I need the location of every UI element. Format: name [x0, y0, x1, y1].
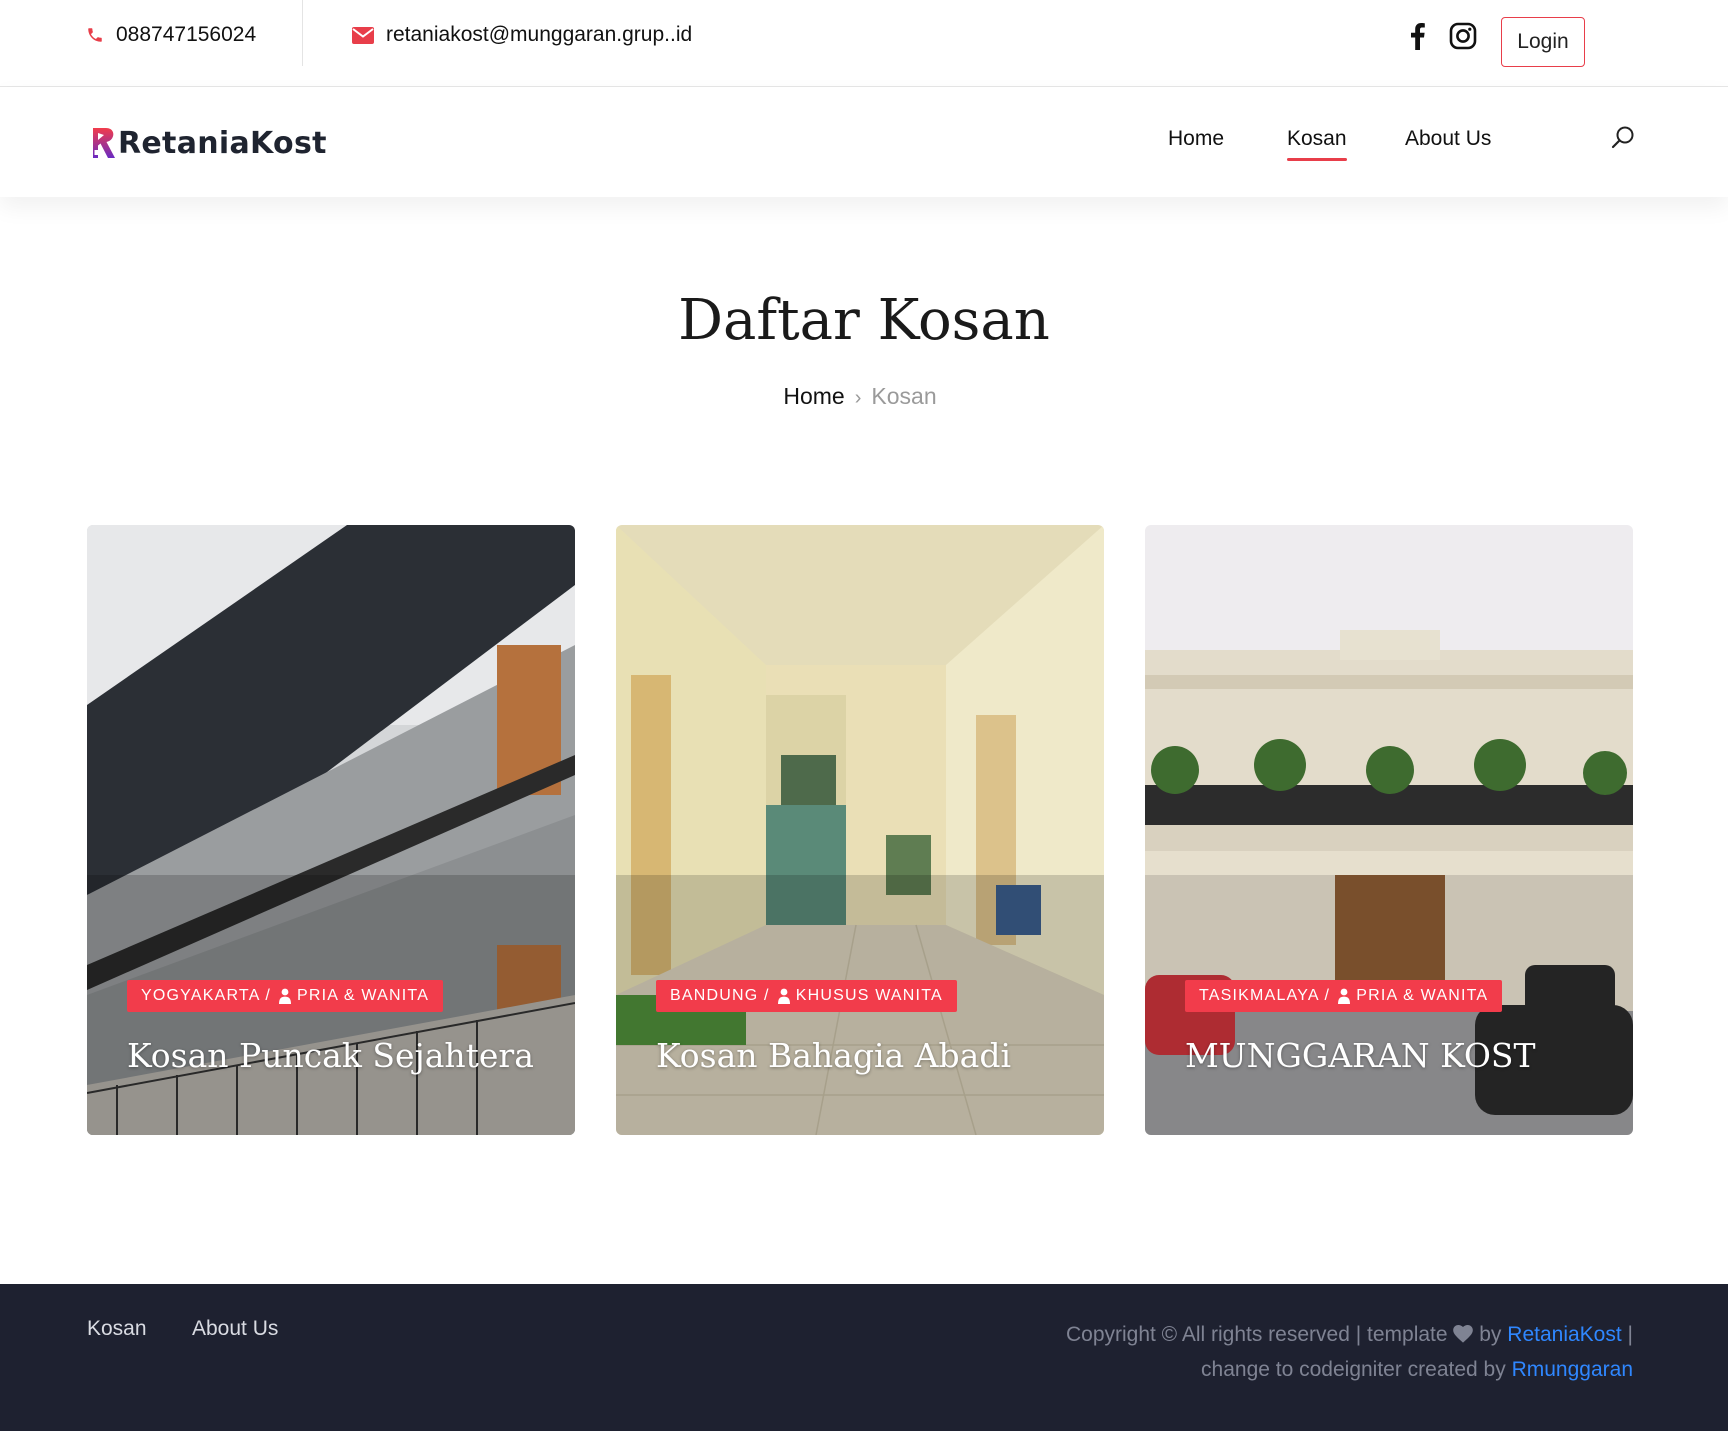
- breadcrumb: Home › Kosan: [0, 383, 1720, 410]
- logo-house-icon: [93, 128, 115, 158]
- chevron-right-icon: ›: [854, 387, 862, 409]
- nav-kosan[interactable]: Kosan: [1287, 127, 1347, 161]
- copyright-prefix: Copyright © All rights reserved | templa…: [1065, 1323, 1448, 1346]
- card-gender: PRIA & WANITA: [1356, 987, 1489, 1004]
- codeigniter-credit: change to codeigniter created by: [1201, 1358, 1506, 1381]
- topbar-divider: [302, 0, 303, 66]
- card-city: BANDUNG /: [670, 987, 770, 1004]
- author-link[interactable]: Rmunggaran: [1512, 1358, 1633, 1381]
- site-logo[interactable]: RetaniaKost: [90, 121, 327, 165]
- instagram-icon[interactable]: [1449, 22, 1477, 55]
- card-location-badge: YOGYAKARTA / PRIA & WANITA: [127, 980, 444, 1012]
- heart-icon: [1453, 1325, 1474, 1343]
- person-icon: [279, 988, 291, 1004]
- card-location-badge: TASIKMALAYA / PRIA & WANITA: [1185, 980, 1503, 1012]
- footer-link-about-us[interactable]: About Us: [192, 1317, 278, 1341]
- main-navbar: RetaniaKost Home Kosan About Us: [0, 87, 1728, 197]
- logo-text: RetaniaKost: [118, 125, 327, 161]
- email-contact[interactable]: retaniakost@munggaran.grup..id: [352, 18, 692, 52]
- kosan-card[interactable]: TASIKMALAYA / PRIA & WANITA MUNGGARAN KO…: [1145, 525, 1633, 1135]
- breadcrumb-current: Kosan: [871, 383, 937, 409]
- card-city: TASIKMALAYA /: [1199, 987, 1331, 1004]
- card-title[interactable]: MUNGGARAN KOST: [1185, 1036, 1536, 1075]
- page-title: Daftar Kosan: [678, 288, 1050, 353]
- card-gender: PRIA & WANITA: [297, 987, 430, 1004]
- copyright-pipe: |: [1627, 1323, 1633, 1346]
- nav-home[interactable]: Home: [1168, 127, 1224, 151]
- kosan-list: YOGYAKARTA / PRIA & WANITA Kosan Puncak …: [87, 525, 1633, 1135]
- search-icon[interactable]: [1610, 125, 1636, 151]
- brand-link[interactable]: RetaniaKost: [1507, 1323, 1621, 1346]
- person-icon: [1338, 988, 1351, 1004]
- copyright-text: Copyright © All rights reserved | templa…: [913, 1317, 1633, 1387]
- breadcrumb-home[interactable]: Home: [783, 383, 844, 409]
- mail-icon: [352, 26, 374, 44]
- card-gender: KHUSUS WANITA: [795, 987, 943, 1004]
- nav-about-us[interactable]: About Us: [1405, 127, 1491, 151]
- copyright-by: by: [1479, 1323, 1502, 1346]
- footer-link-kosan[interactable]: Kosan: [87, 1317, 147, 1341]
- kosan-card[interactable]: BANDUNG / KHUSUS WANITA Kosan Bahagia Ab…: [616, 525, 1104, 1135]
- person-icon: [777, 988, 790, 1004]
- phone-number: 088747156024: [116, 23, 257, 46]
- site-footer: Kosan About Us Copyright © All rights re…: [0, 1284, 1728, 1431]
- facebook-icon[interactable]: [1406, 22, 1428, 55]
- card-location-badge: BANDUNG / KHUSUS WANITA: [656, 980, 957, 1012]
- email-address: retaniakost@munggaran.grup..id: [386, 23, 693, 46]
- card-title[interactable]: Kosan Bahagia Abadi: [656, 1036, 1011, 1075]
- kosan-card[interactable]: YOGYAKARTA / PRIA & WANITA Kosan Puncak …: [87, 525, 575, 1135]
- card-city: YOGYAKARTA /: [141, 987, 271, 1004]
- card-title[interactable]: Kosan Puncak Sejahtera: [127, 1036, 534, 1075]
- phone-icon: [88, 28, 102, 42]
- phone-contact[interactable]: 088747156024: [86, 18, 256, 52]
- top-bar: 088747156024 retaniakost@munggaran.grup.…: [0, 0, 1728, 87]
- login-button[interactable]: Login: [1501, 17, 1585, 67]
